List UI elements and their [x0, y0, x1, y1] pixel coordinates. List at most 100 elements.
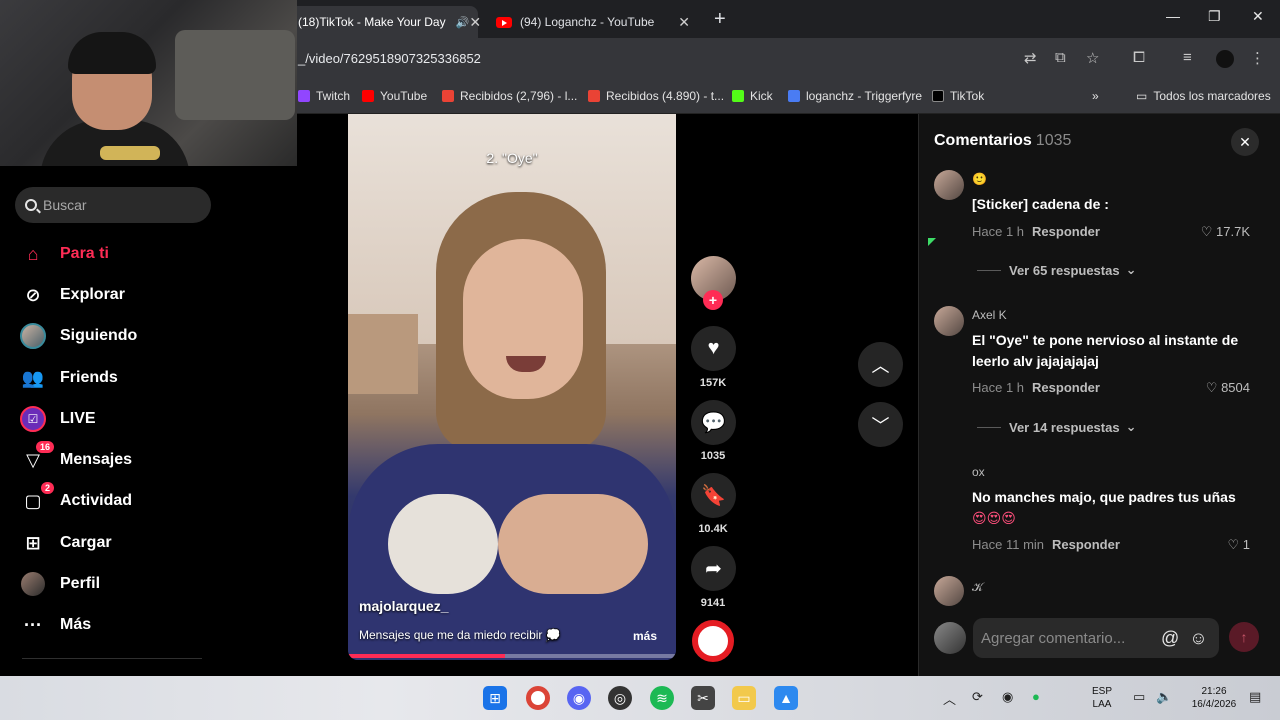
- new-tab-icon[interactable]: +: [714, 8, 726, 31]
- discord-tray-icon[interactable]: ◉: [1002, 689, 1013, 705]
- url-field[interactable]: _/video/7629518907325336852: [298, 51, 481, 66]
- language-indicator[interactable]: ESP LAA: [1092, 685, 1112, 711]
- network-icon[interactable]: ▭: [1133, 689, 1145, 705]
- comment-emoji: 😍😍😍: [972, 510, 1016, 526]
- comment-author[interactable]: 🙂: [972, 172, 987, 186]
- volume-icon[interactable]: 🔈: [1156, 689, 1172, 705]
- all-bookmarks[interactable]: ▭ Todos los marcadores: [1136, 89, 1271, 103]
- view-replies-button[interactable]: Ver 65 respuestas ⌄: [977, 262, 1136, 278]
- upload-icon: ⊞: [25, 532, 41, 553]
- tab-close-icon[interactable]: ✕: [678, 14, 690, 31]
- tab-youtube[interactable]: (94) Loganchz - YouTube ✕: [486, 6, 700, 38]
- activity-icon: ▢ 2: [20, 482, 54, 514]
- follow-plus-icon[interactable]: +: [703, 290, 723, 310]
- share-button[interactable]: ➦: [691, 546, 736, 591]
- minimize-icon[interactable]: —: [1166, 8, 1180, 24]
- sidebar-item-actividad[interactable]: ▢ 2 Actividad: [20, 482, 132, 516]
- clock[interactable]: 21:26 16/4/2026: [1186, 685, 1242, 711]
- file-explorer-icon[interactable]: ▭: [732, 686, 756, 710]
- close-comments-button[interactable]: ✕: [1231, 128, 1259, 156]
- spotify-tray-icon[interactable]: ●: [1032, 689, 1040, 704]
- close-icon: ✕: [1239, 133, 1251, 150]
- video-more-link[interactable]: más: [633, 629, 657, 643]
- post-comment-button[interactable]: ↑: [1229, 622, 1259, 652]
- windows-start-icon[interactable]: ⊞: [483, 686, 507, 710]
- bookmark-label: Twitch: [316, 89, 351, 103]
- music-disc-icon[interactable]: [692, 620, 734, 662]
- profile-avatar[interactable]: [1216, 50, 1234, 68]
- bookmark-kick[interactable]: Kick: [732, 89, 773, 103]
- menu-kebab-icon[interactable]: ⋮: [1250, 49, 1265, 67]
- comment-like[interactable]: ♡ 8504: [1206, 380, 1250, 396]
- previous-video-button[interactable]: ︿: [858, 342, 903, 387]
- mention-icon[interactable]: @: [1161, 628, 1179, 649]
- sidebar-item-live[interactable]: ☑ LIVE: [20, 404, 96, 434]
- video-username[interactable]: majolarquez_: [359, 598, 448, 614]
- tab-close-icon[interactable]: ✕: [469, 14, 481, 31]
- save-button[interactable]: 🔖: [691, 473, 736, 518]
- view-replies-button[interactable]: Ver 14 respuestas ⌄: [977, 419, 1136, 435]
- bookmark-gmail-1[interactable]: Recibidos (2,796) - l...: [442, 89, 577, 103]
- comment-input-box[interactable]: @ ☺: [973, 618, 1219, 658]
- sidebar-item-mensajes[interactable]: ▽ 16 Mensajes: [20, 441, 133, 475]
- sidebar-item-friends[interactable]: 👥 Friends: [20, 363, 118, 393]
- sidebar-item-label: Mensajes: [60, 451, 133, 468]
- comment-avatar[interactable]: [934, 306, 964, 336]
- chrome-icon[interactable]: [526, 686, 550, 710]
- tray-overflow-icon[interactable]: ︿: [943, 689, 956, 708]
- comment-author[interactable]: ox: [972, 465, 985, 479]
- heart-outline-icon: ♡: [1205, 380, 1222, 395]
- discord-icon[interactable]: ◉: [567, 686, 591, 710]
- search-box[interactable]: [15, 187, 211, 223]
- close-window-icon[interactable]: ✕: [1252, 8, 1264, 25]
- tab-audio-icon[interactable]: 🔊: [456, 16, 470, 29]
- bookmark-twitch[interactable]: Twitch: [298, 89, 350, 103]
- comment-input[interactable]: [981, 629, 1151, 647]
- bookmark-gmail-2[interactable]: Recibidos (4.890) - t...: [588, 89, 724, 103]
- bookmark-tiktok[interactable]: TikTok: [932, 89, 984, 103]
- sidebar-item-para-ti[interactable]: ⌂ Para ti: [20, 239, 109, 269]
- video-plush: [388, 494, 498, 594]
- comment-text: El "Oye" te pone nervioso al instante de…: [972, 332, 1239, 369]
- translate-icon[interactable]: ⇄: [1024, 49, 1037, 67]
- sidebar-item-mas[interactable]: ··· Más: [20, 610, 91, 640]
- photos-icon[interactable]: ▲: [774, 686, 798, 710]
- comment-like[interactable]: ♡ 17.7K: [1201, 224, 1250, 240]
- tab-tiktok[interactable]: (18)TikTok - Make Your Day 🔊 ✕: [288, 6, 481, 38]
- video-description: Mensajes que me da miedo recibir 💭: [359, 628, 561, 642]
- video-player[interactable]: 2. "Oye" majolarquez_ Mensajes que me da…: [348, 114, 676, 660]
- sidebar-item-explorar[interactable]: ⊘ Explorar: [20, 280, 124, 310]
- search-input[interactable]: [43, 197, 193, 213]
- sync-icon[interactable]: ⟳: [972, 689, 983, 705]
- reply-button[interactable]: Responder: [1032, 224, 1100, 239]
- comment-like[interactable]: ♡ 1: [1227, 537, 1250, 553]
- comment-author[interactable]: 𝒦: [972, 580, 983, 595]
- emoji-icon[interactable]: ☺: [1189, 628, 1207, 649]
- bookmark-youtube[interactable]: YouTube: [362, 89, 427, 103]
- like-button[interactable]: ♥: [691, 326, 736, 371]
- snipping-tool-icon[interactable]: ✂: [691, 686, 715, 710]
- star-icon[interactable]: ☆: [1086, 49, 1099, 67]
- comment-author[interactable]: Axel K: [972, 308, 1007, 322]
- reply-button[interactable]: Responder: [1052, 537, 1120, 552]
- folder-icon: ▭: [1136, 89, 1148, 103]
- sidebar-item-perfil[interactable]: Perfil: [20, 569, 100, 599]
- reply-button[interactable]: Responder: [1032, 380, 1100, 395]
- sidebar-item-siguiendo[interactable]: Siguiendo: [20, 321, 137, 351]
- obs-icon[interactable]: ◎: [608, 686, 632, 710]
- bookmarks-overflow-icon[interactable]: »: [1092, 89, 1099, 103]
- comment-avatar[interactable]: [934, 576, 964, 606]
- media-control-icon[interactable]: ≡: [1183, 49, 1192, 66]
- notification-icon[interactable]: ▤: [1249, 689, 1261, 705]
- comment-avatar[interactable]: [934, 170, 964, 200]
- maximize-icon[interactable]: ❐: [1208, 8, 1221, 25]
- next-video-button[interactable]: ﹀: [858, 402, 903, 447]
- spotify-icon[interactable]: ≋: [650, 686, 674, 710]
- comment-button[interactable]: 💬: [691, 400, 736, 445]
- install-app-icon[interactable]: ⧉: [1055, 49, 1066, 66]
- extensions-icon[interactable]: ⧠: [1133, 49, 1145, 66]
- comment-like-count: 8504: [1221, 380, 1250, 395]
- bookmark-triggerfyre[interactable]: loganchz - Triggerfyre: [788, 89, 922, 103]
- sidebar-item-cargar[interactable]: ⊞ Cargar: [20, 528, 111, 558]
- video-progress-bar[interactable]: [348, 654, 676, 658]
